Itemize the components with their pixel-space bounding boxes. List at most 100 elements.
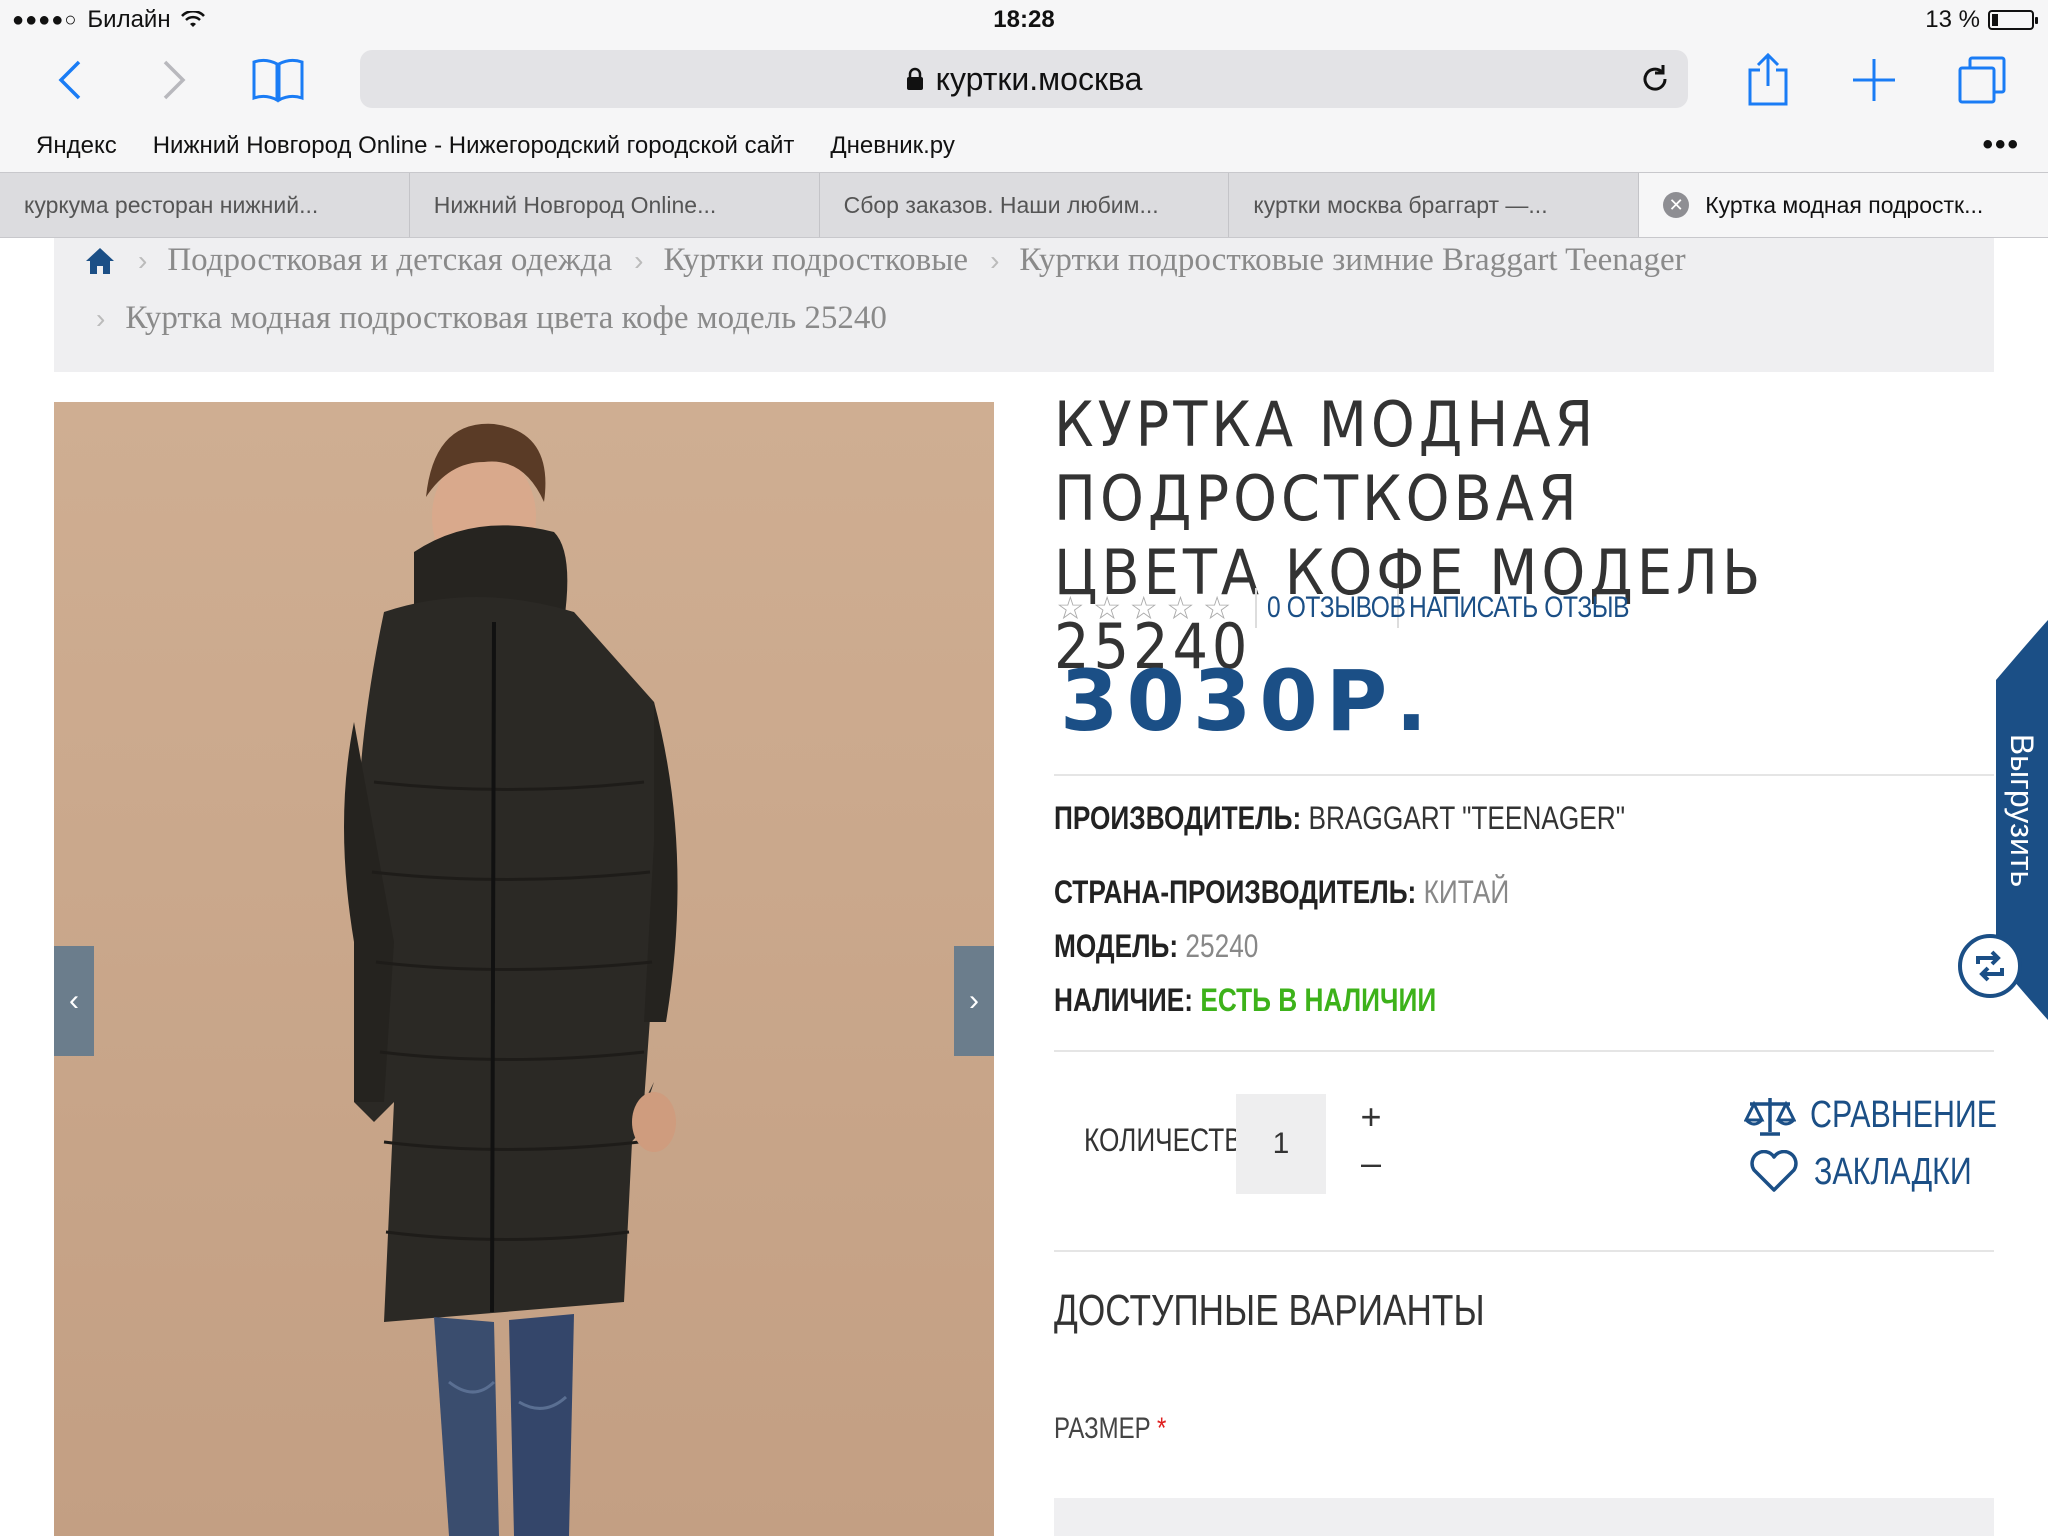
url-text: куртки.москва [935,60,1143,97]
battery-icon [1988,10,2038,30]
star-icon: ☆ [1202,590,1232,626]
size-select[interactable] [1054,1498,1994,1536]
favorites-bar: Яндекс Нижний Новгород Online - Нижегоро… [0,120,2048,172]
back-button[interactable] [40,50,100,110]
battery-percent: 13 % [1925,6,1980,33]
star-rating[interactable]: ☆ ☆ ☆ ☆ ☆ [1056,589,1231,627]
tab-bar: куркума ресторан нижний... Нижний Новгор… [0,172,2048,238]
close-tab-icon[interactable]: ✕ [1663,192,1690,218]
chevron-left-icon [58,60,81,100]
star-icon: ☆ [1092,590,1122,626]
export-icon-circle [1958,934,2022,998]
tab-title: куркума ресторан нижний... [24,191,319,218]
product-title-line: Куртка модная подростковая [1054,388,1598,535]
star-icon: ☆ [1056,590,1085,626]
write-review-link[interactable]: Написать отзыв [1409,591,1630,625]
required-mark: * [1157,1412,1167,1445]
chevron-left-icon: ‹ [69,984,79,1017]
breadcrumb-link[interactable]: Куртки подростковые зимние Braggart Teen… [1019,242,1685,279]
spec-model: Модель: 25240 [1054,928,1258,965]
export-label: Выгрузить [2004,733,2041,887]
reload-button[interactable] [1638,62,1672,104]
divider [1054,774,1994,776]
heart-icon [1750,1150,1798,1192]
variants-heading: Доступные варианты [1054,1286,1485,1335]
share-button[interactable] [1738,50,1798,110]
spec-availability: Наличие: Есть в наличии [1054,982,1436,1019]
export-side-tab[interactable]: Выгрузить [1958,620,2048,1020]
breadcrumb-current: Куртка модная подростковая цвета кофе мо… [125,300,887,336]
home-icon[interactable] [84,246,116,276]
compare-button[interactable]: Сравнение [1744,1094,2044,1137]
breadcrumb-link[interactable]: Подростковая и детская одежда [167,242,612,279]
status-bar: ●●●●○ Билайн 18:28 13 % [0,0,2048,40]
availability-status: Есть в наличии [1200,982,1437,1018]
plus-icon [1853,59,1895,101]
browser-tab[interactable]: Сбор заказов. Наши любим... [820,173,1230,237]
tabs-icon [1958,56,2006,104]
bookmarks-label: Закладки [1814,1150,1972,1193]
share-icon [1748,52,1788,106]
spec-label: Модель: [1054,928,1179,964]
chevron-right-icon: › [96,302,106,334]
tab-title: куртки москва браггарт —... [1253,191,1548,218]
tab-title: Куртка модная подростк... [1705,191,1984,218]
reviews-link[interactable]: 0 отзывов [1267,591,1406,625]
tabs-overview-button[interactable] [1952,50,2012,110]
new-tab-button[interactable] [1844,50,1904,110]
forward-button[interactable] [144,50,204,110]
star-icon: ☆ [1166,590,1195,626]
clock: 18:28 [993,6,1055,33]
favorite-link[interactable]: Яндекс [0,132,135,160]
chevron-right-icon: › [634,244,644,276]
breadcrumb: › Подростковая и детская одежда › Куртки… [54,238,1994,372]
chevron-right-icon [163,60,186,100]
export-label-wrap: Выгрузить [1996,700,2048,920]
spec-label: Производитель: [1054,800,1302,836]
address-bar[interactable]: куртки.москва [360,50,1688,108]
quantity-increase-button[interactable]: + [1356,1096,1386,1138]
lock-icon [906,67,923,90]
divider [1054,1050,1994,1052]
product-price: 3030р. [1060,652,1436,750]
manufacturer-link[interactable]: Braggart "Teenager" [1308,800,1625,836]
quantity-decrease-button[interactable]: – [1356,1142,1386,1184]
product-title: Куртка модная подростковая цвета кофе мо… [1054,388,1974,684]
chevron-right-icon: › [990,244,1000,276]
spec-label: Страна-производитель: [1054,874,1417,910]
battery-info: 13 % [1925,6,2038,34]
breadcrumb-link[interactable]: Куртки подростковые [663,242,968,279]
spec-value: Китай [1423,874,1510,910]
tab-title: Нижний Новгород Online... [433,191,717,218]
quantity-input[interactable] [1236,1094,1326,1194]
browser-tab[interactable]: Нижний Новгород Online... [410,173,820,237]
divider [1054,1250,1994,1252]
scales-icon [1744,1097,1796,1136]
spec-manufacturer: Производитель: Braggart "Teenager" [1054,800,1625,837]
spec-country: Страна-производитель: Китай [1054,874,1509,911]
product-image[interactable] [54,402,994,1536]
star-icon: ☆ [1129,590,1159,626]
browser-tab-active[interactable]: ✕ Куртка модная подростк... [1639,173,2048,237]
browser-tab[interactable]: куртки москва браггарт —... [1229,173,1640,237]
chevron-right-icon: › [969,984,979,1017]
bookmarks-button[interactable] [248,50,308,110]
more-favorites-icon[interactable]: ••• [1982,128,2020,162]
browser-toolbar: куртки.москва [0,40,2048,120]
favorite-link[interactable]: Дневник.ру [812,132,973,160]
browser-tab[interactable]: куркума ресторан нижний... [0,173,410,237]
size-label-row: Размер * [1054,1412,1166,1446]
book-icon [252,58,304,103]
next-image-button[interactable]: › [954,946,994,1056]
chevron-right-icon: › [138,244,148,276]
spec-label: Наличие: [1054,982,1194,1018]
spec-value: 25240 [1185,928,1259,964]
bookmarks-button[interactable]: Закладки [1748,1150,2011,1194]
favorite-link[interactable]: Нижний Новгород Online - Нижегородский г… [135,132,813,160]
size-label: Размер [1054,1412,1151,1445]
rating-row: ☆ ☆ ☆ ☆ ☆ 0 отзывов Написать отзыв [1056,586,1678,630]
prev-image-button[interactable]: ‹ [54,946,94,1056]
reload-icon [1643,65,1667,91]
tab-title: Сбор заказов. Наши любим... [843,191,1159,218]
jacket-photo-illustration [54,402,994,1536]
